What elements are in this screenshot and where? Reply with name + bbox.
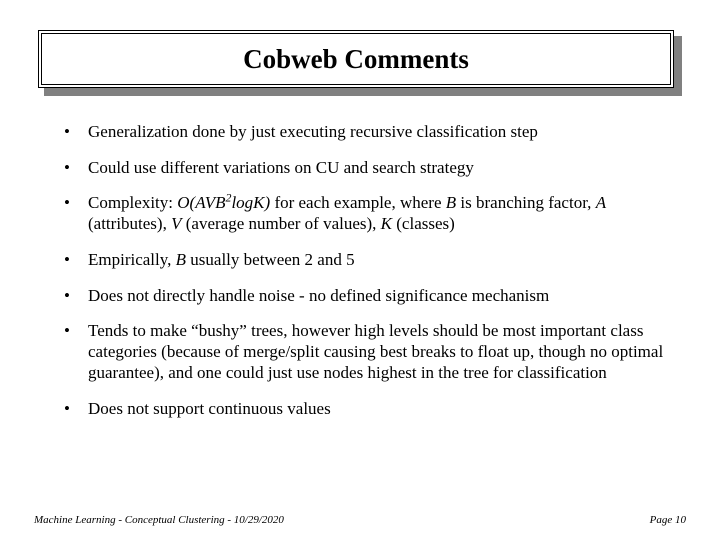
content-area: Generalization done by just executing re…	[64, 122, 664, 434]
title-container: Cobweb Comments	[38, 30, 682, 94]
bullet-item: Generalization done by just executing re…	[64, 122, 664, 143]
bullet-text: Could use different variations on CU and…	[88, 158, 474, 177]
bullet-item: Could use different variations on CU and…	[64, 158, 664, 179]
bullet-text: Generalization done by just executing re…	[88, 122, 538, 141]
slide-title: Cobweb Comments	[243, 44, 469, 75]
footer-left: Machine Learning - Conceptual Clustering…	[34, 514, 284, 526]
bullet-list: Generalization done by just executing re…	[64, 122, 664, 419]
bullet-text: Does not support continuous values	[88, 399, 331, 418]
footer: Machine Learning - Conceptual Clustering…	[34, 514, 686, 526]
bullet-item: Empirically, B usually between 2 and 5	[64, 250, 664, 271]
bullet-item: Complexity: O(AVB2logK) for each example…	[64, 193, 664, 234]
title-box: Cobweb Comments	[38, 30, 674, 88]
footer-right: Page 10	[650, 514, 686, 526]
bullet-text: Complexity:	[88, 193, 177, 212]
bullet-text: Does not directly handle noise - no defi…	[88, 286, 549, 305]
bullet-item: Does not support continuous values	[64, 399, 664, 420]
slide: Cobweb Comments Generalization done by j…	[0, 0, 720, 540]
bullet-text: Tends to make “bushy” trees, however hig…	[88, 321, 663, 381]
bullet-item: Tends to make “bushy” trees, however hig…	[64, 321, 664, 383]
complexity-expr: O(AVB2logK)	[177, 193, 270, 212]
bullet-item: Does not directly handle noise - no defi…	[64, 286, 664, 307]
